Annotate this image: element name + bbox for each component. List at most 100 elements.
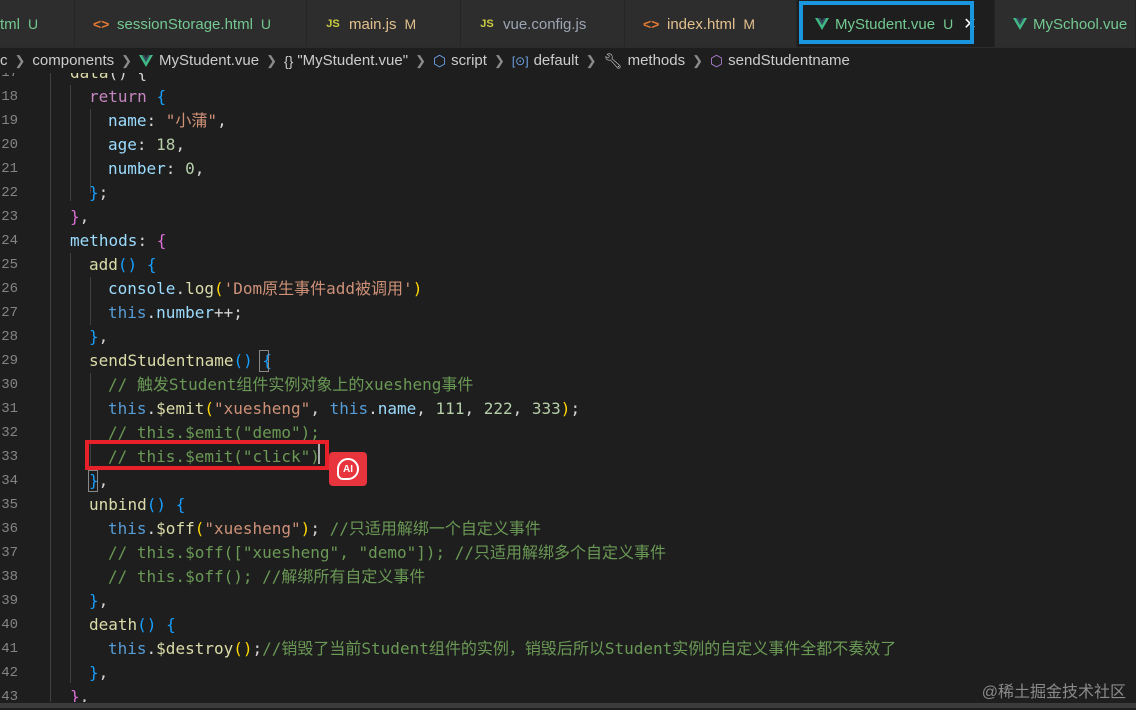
tab-label: MyStudent.vue	[835, 15, 936, 33]
line-number: 28	[1, 329, 18, 345]
code-line-37: // this.$off(["xuesheng", "demo"]); //只适…	[108, 543, 667, 562]
horizontal-scrollbar[interactable]	[0, 702, 1136, 710]
line-number: 41	[1, 641, 18, 657]
line-number: 26	[1, 281, 18, 297]
line-number: 39	[1, 593, 18, 609]
code-line-32: // this.$emit("demo");	[108, 423, 320, 442]
breadcrumb-methods[interactable]: 🔧︎ methods	[604, 52, 686, 70]
code-line-23: },	[70, 207, 90, 226]
line-number: 42	[1, 665, 18, 681]
vue-file-icon	[139, 54, 154, 67]
code-line-17: data() {	[70, 73, 147, 85]
tab-status-badge: U	[260, 16, 272, 32]
tab-index-html[interactable]: <> index.html M	[625, 0, 797, 47]
code-line-38: // this.$off(); //解绑所有自定义事件	[108, 567, 426, 586]
close-icon[interactable]: ✕	[963, 14, 976, 34]
code-line-20: age: 18,	[108, 135, 186, 154]
line-number: 17	[1, 73, 18, 81]
tab-label: sessionStorage.html	[117, 15, 253, 33]
chevron-right-icon: ❯	[415, 52, 426, 68]
line-number: 31	[1, 401, 18, 417]
chevron-right-icon: ❯	[266, 52, 277, 68]
chevron-right-icon: ❯	[692, 52, 704, 68]
editor-tab-bar: tml U <> sessionStorage.html U JS main.j…	[0, 0, 1136, 48]
html-file-icon: <>	[643, 16, 660, 32]
line-number: 22	[1, 185, 18, 201]
line-number: 30	[1, 377, 18, 393]
code-line-19: name: "小蒲",	[108, 111, 227, 130]
tab-main-js[interactable]: JS main.js M	[307, 0, 461, 47]
code-line-31: this.$emit("xuesheng", this.name, 111, 2…	[108, 399, 581, 418]
line-number: 34	[1, 473, 18, 489]
code-line-43: },	[70, 687, 90, 702]
cube-icon: ⬡	[432, 52, 447, 70]
bracket-match-highlight	[88, 470, 98, 492]
chevron-right-icon: ❯	[493, 52, 505, 68]
code-line-28: },	[89, 327, 109, 346]
breadcrumb-default[interactable]: [⊙] default	[512, 52, 579, 69]
indent-guide	[90, 277, 91, 325]
tab-status-badge: U	[943, 16, 954, 32]
indent-guide	[70, 253, 71, 683]
code-editor[interactable]: 17 18 19 20 21 22 23 24 25 26 27 28 29 30 31 32 33 34 35 36…	[0, 73, 1136, 702]
indent-guide	[90, 373, 91, 469]
ai-assistant-button[interactable]: AI	[329, 452, 367, 486]
tab-label: MySchool.vue	[1033, 15, 1128, 33]
line-number: 33	[1, 449, 18, 465]
line-number: 21	[1, 161, 18, 177]
line-number: 32	[1, 425, 18, 441]
line-number: 29	[1, 353, 18, 369]
indent-guide	[50, 73, 51, 702]
line-number-gutter: 17 18 19 20 21 22 23 24 25 26 27 28 29 30 31 32 33 34 35 36…	[0, 73, 30, 702]
tab-sessionstorage-html[interactable]: <> sessionStorage.html U	[75, 0, 307, 47]
code-line-24: methods: {	[70, 231, 167, 250]
text-cursor	[318, 442, 320, 464]
chevron-right-icon: ❯	[14, 52, 26, 68]
tab-label: index.html	[667, 15, 736, 33]
line-number: 24	[1, 233, 18, 249]
tab-label: tml	[0, 15, 20, 33]
breadcrumb-module[interactable]: {} "MyStudent.vue"	[284, 52, 408, 69]
tab-label: vue.config.js	[503, 15, 587, 33]
braces-icon: {}	[284, 52, 294, 69]
line-number: 40	[1, 617, 18, 633]
line-number: 43	[1, 689, 18, 702]
tab-myschool-vue[interactable]: MySchool.vue	[995, 0, 1136, 47]
breadcrumb-script[interactable]: ⬡ script	[433, 52, 487, 70]
js-file-icon: JS	[480, 18, 494, 30]
js-file-icon: JS	[326, 18, 340, 30]
code-line-21: number: 0,	[108, 159, 205, 178]
tab-mystudent-vue[interactable]: MyStudent.vue U ✕	[797, 0, 995, 47]
tab-vue-config-js[interactable]: JS vue.config.js	[461, 0, 625, 47]
code-line-25: add() {	[89, 255, 157, 274]
watermark: @稀土掘金技术社区	[981, 684, 1126, 701]
line-number: 36	[1, 521, 18, 537]
method-icon: ⬡	[710, 52, 724, 70]
code-line-42: },	[89, 663, 109, 682]
code-line-29: sendStudentname() {	[89, 351, 273, 370]
tab-status-badge: M	[404, 16, 417, 32]
breadcrumb-sendstudentname[interactable]: ⬡ sendStudentname	[710, 52, 850, 70]
code-line-36: this.$off("xuesheng"); //只适用解绑一个自定义事件	[108, 519, 541, 538]
tab-label: main.js	[349, 15, 397, 33]
object-icon: [⊙]	[511, 53, 529, 68]
breadcrumb-file[interactable]: MyStudent.vue	[139, 52, 259, 69]
wrench-icon: 🔧︎	[603, 52, 623, 70]
code-line-30: // 触发Student组件实例对象上的xuesheng事件	[108, 375, 474, 394]
indent-guide	[70, 85, 71, 201]
tab-html-file[interactable]: tml U	[0, 0, 75, 47]
tab-status-badge: U	[28, 16, 39, 32]
vue-file-icon	[1013, 18, 1027, 30]
line-number: 25	[1, 257, 18, 273]
chevron-right-icon: ❯	[121, 52, 133, 68]
bracket-match-highlight	[259, 350, 269, 372]
breadcrumb-components[interactable]: components	[32, 52, 114, 69]
breadcrumb-src[interactable]: c	[0, 52, 8, 69]
line-number: 27	[1, 305, 18, 321]
code-line-27: this.number++;	[108, 303, 243, 322]
line-number: 38	[1, 569, 18, 585]
line-number: 23	[1, 209, 18, 225]
code-line-40: death() {	[89, 615, 176, 634]
scrollbar-thumb[interactable]	[0, 703, 1136, 708]
ai-icon: AI	[337, 458, 359, 480]
